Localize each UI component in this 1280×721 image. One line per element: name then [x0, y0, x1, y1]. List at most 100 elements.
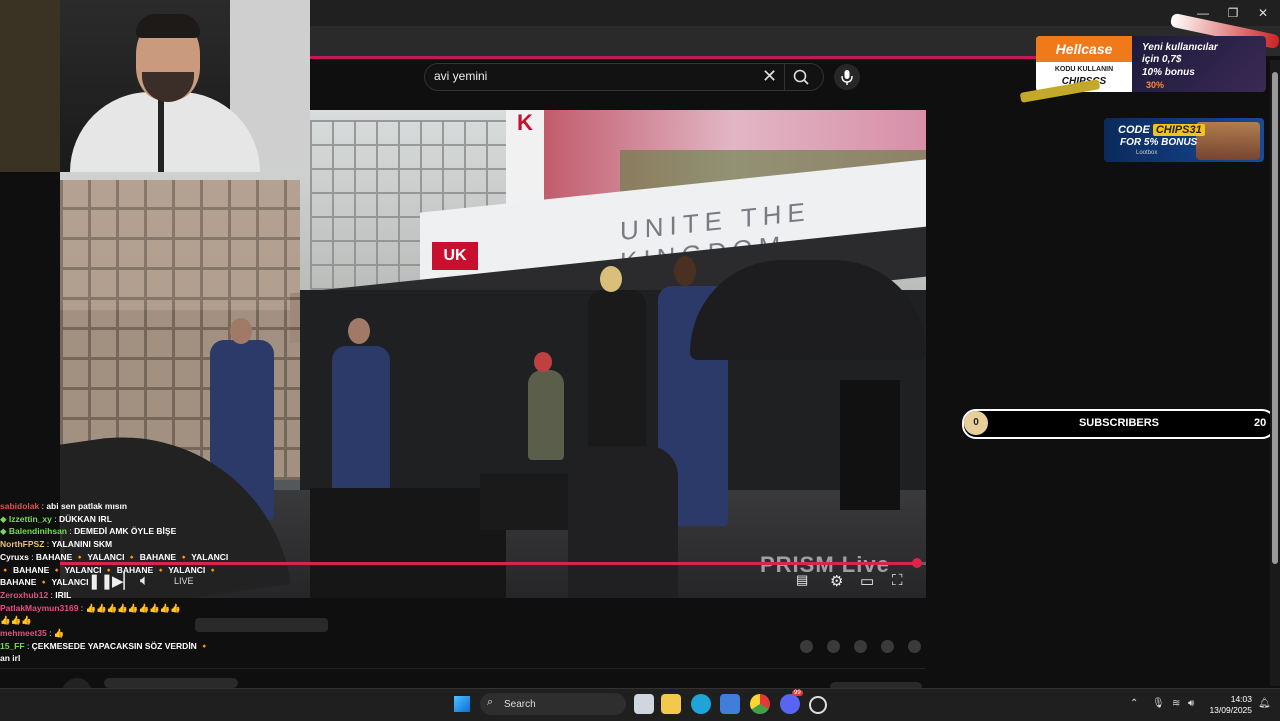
- hellcase-line1: Yeni kullanıcılar: [1142, 42, 1218, 53]
- chat-username[interactable]: Izzettin_xy: [9, 514, 52, 524]
- mic-tray-icon[interactable]: 🎙︎: [1152, 698, 1165, 709]
- hellcase-code-label: KODU KULLANIN: [1054, 66, 1114, 73]
- chat-text: 👍: [53, 628, 65, 639]
- performer-head: [534, 352, 552, 372]
- chat-separator: :: [78, 602, 86, 613]
- streamer-hair: [136, 14, 200, 38]
- app-icon[interactable]: [809, 696, 827, 714]
- chevron-up-icon[interactable]: ⌃: [1130, 698, 1138, 709]
- performer: [528, 370, 564, 460]
- skeleton-placeholder: [104, 678, 238, 688]
- chips-code-value: CHIPS31: [1152, 124, 1205, 136]
- chat-separator: :: [51, 513, 59, 524]
- divider: [0, 668, 925, 669]
- chat-text: DÜKKAN IRL: [59, 513, 112, 524]
- volume-tray-icon[interactable]: 🔊︎: [1188, 698, 1194, 709]
- discord-icon[interactable]: [780, 694, 800, 714]
- singer-head: [674, 256, 696, 286]
- chat-text: IRIL: [55, 589, 72, 600]
- carousel-dot[interactable]: [854, 640, 867, 653]
- store-icon[interactable]: [720, 694, 740, 714]
- banner-logo: UK: [432, 242, 478, 270]
- chat-message: 15_FF : ÇEKMESEDE YAPACAKSIN SÖZ VERDİN …: [0, 640, 210, 653]
- search-divider: [784, 63, 785, 91]
- subtitles-icon[interactable]: ▤: [796, 572, 808, 588]
- maximize-button[interactable]: ❐: [1218, 4, 1248, 22]
- file-explorer-icon[interactable]: [661, 694, 681, 714]
- hellcase-line3: 10% bonus: [1142, 67, 1195, 78]
- progress-scrubber[interactable]: [912, 558, 922, 568]
- mic-icon[interactable]: [834, 64, 860, 90]
- chat-text: YALANINI SKM: [51, 539, 113, 550]
- chat-text: DEMEDİ AMK ÖYLE BİŞE: [74, 526, 177, 537]
- chat-text: BAHANE 🔸 YALANCI 🔸 BAHANE 🔸 YALANCI: [35, 551, 229, 562]
- settings-icon[interactable]: ⚙: [830, 572, 843, 590]
- chat-message: ◆ Izzettin_xy : DÜKKAN IRL: [0, 513, 200, 526]
- chat-text: 🔸 BAHANE 🔸 YALANCI 🔸 BAHANE 🔸 YALANCI 🔸: [0, 564, 219, 575]
- fullscreen-icon[interactable]: ⛶: [892, 572, 903, 589]
- chat-username[interactable]: 15_FF: [0, 641, 25, 651]
- windows-start-icon[interactable]: [454, 696, 470, 712]
- lootbox-logo: Lootbox: [1136, 150, 1158, 156]
- chat-username[interactable]: Zeroxhub12: [0, 590, 48, 600]
- task-view-icon[interactable]: [634, 694, 654, 714]
- chat-username[interactable]: mehmeet35: [0, 628, 47, 638]
- subscriber-label: SUBSCRIBERS: [1078, 417, 1160, 429]
- chat-separator: :: [46, 628, 54, 639]
- hellcase-logo: Hellcase: [1036, 36, 1132, 62]
- scrollbar-thumb[interactable]: [1272, 72, 1278, 564]
- search-input[interactable]: avi yemini: [434, 69, 487, 83]
- chat-username[interactable]: Balendinihsan: [9, 526, 67, 536]
- camera-rig: [840, 380, 900, 510]
- clock-date[interactable]: 13/09/2025: [1202, 705, 1252, 715]
- chat-username[interactable]: sabidolak: [0, 501, 39, 511]
- speaker: [310, 488, 506, 598]
- chat-username[interactable]: Cyruxs: [0, 552, 29, 562]
- webcam-overlay: [0, 0, 310, 172]
- chat-text: 👍👍👍👍👍👍👍👍👍: [85, 602, 181, 613]
- close-window-button[interactable]: ✕: [1248, 4, 1278, 22]
- chat-text: ÇEKMESEDE YAPACAKSIN SÖZ VERDİN 🔸: [31, 640, 210, 651]
- wifi-icon[interactable]: ≋: [1172, 698, 1180, 709]
- chat-separator: :: [24, 640, 32, 651]
- carousel-dot[interactable]: [881, 640, 894, 653]
- hellcase-line4: 30%: [1146, 80, 1165, 90]
- badge-icon: ◆: [0, 513, 9, 524]
- chat-username[interactable]: NorthFPSZ: [0, 539, 44, 549]
- chat-message: sabidolak : abi sen patlak mısın: [0, 500, 200, 513]
- chat-message: PatlakMaymun3169 : 👍👍👍👍👍👍👍👍👍: [0, 602, 200, 615]
- chips-bonus: FOR 5% BONUS: [1120, 137, 1198, 148]
- search-icon[interactable]: [790, 66, 814, 88]
- chat-message: BAHANE 🔸 YALANCI: [0, 576, 200, 589]
- webcam-background-door: [0, 0, 60, 172]
- chat-message: ◆ Balendinihsan : DEMEDİ AMK ÖYLE BİŞE: [0, 525, 200, 538]
- taskbar-search[interactable]: [480, 693, 626, 715]
- comment-placeholder: [195, 618, 328, 632]
- chat-overlay: sabidolak : abi sen patlak mısın ◆ Izzett…: [0, 500, 228, 670]
- page-loading-bar: [300, 56, 1040, 59]
- chrome-icon[interactable]: [750, 694, 770, 714]
- notification-icon[interactable]: 🔔︎: [1258, 698, 1271, 709]
- stage-monitor: [480, 474, 570, 530]
- chat-separator: :: [28, 551, 36, 562]
- chat-message: Cyruxs : BAHANE 🔸 YALANCI 🔸 BAHANE 🔸 YAL…: [0, 551, 228, 564]
- chat-text: BAHANE 🔸 YALANCI: [0, 577, 89, 588]
- edge-icon[interactable]: [691, 694, 711, 714]
- discord-badge: 99: [792, 690, 803, 696]
- badge-icon: ◆: [0, 526, 9, 537]
- close-icon[interactable]: ✕: [762, 66, 777, 86]
- chat-text: 👍👍👍: [0, 615, 32, 626]
- carousel-dot[interactable]: [827, 640, 840, 653]
- chat-message: NorthFPSZ : YALANINI SKM: [0, 538, 200, 551]
- search-icon[interactable]: ⌕: [487, 696, 493, 709]
- carousel-dot[interactable]: [908, 640, 921, 653]
- chat-text: abi sen patlak mısın: [46, 501, 128, 511]
- theater-mode-icon[interactable]: ▭: [860, 572, 874, 590]
- chat-message: mehmeet35 : 👍: [0, 627, 200, 640]
- clock-time[interactable]: 14:03: [1222, 694, 1252, 704]
- taskbar-search-label[interactable]: Search: [504, 699, 536, 710]
- carousel-dot[interactable]: [800, 640, 813, 653]
- rain-cover: [568, 446, 678, 598]
- chat-message: Zeroxhub12 : IRIL: [0, 589, 200, 602]
- chat-username[interactable]: PatlakMaymun3169: [0, 603, 78, 613]
